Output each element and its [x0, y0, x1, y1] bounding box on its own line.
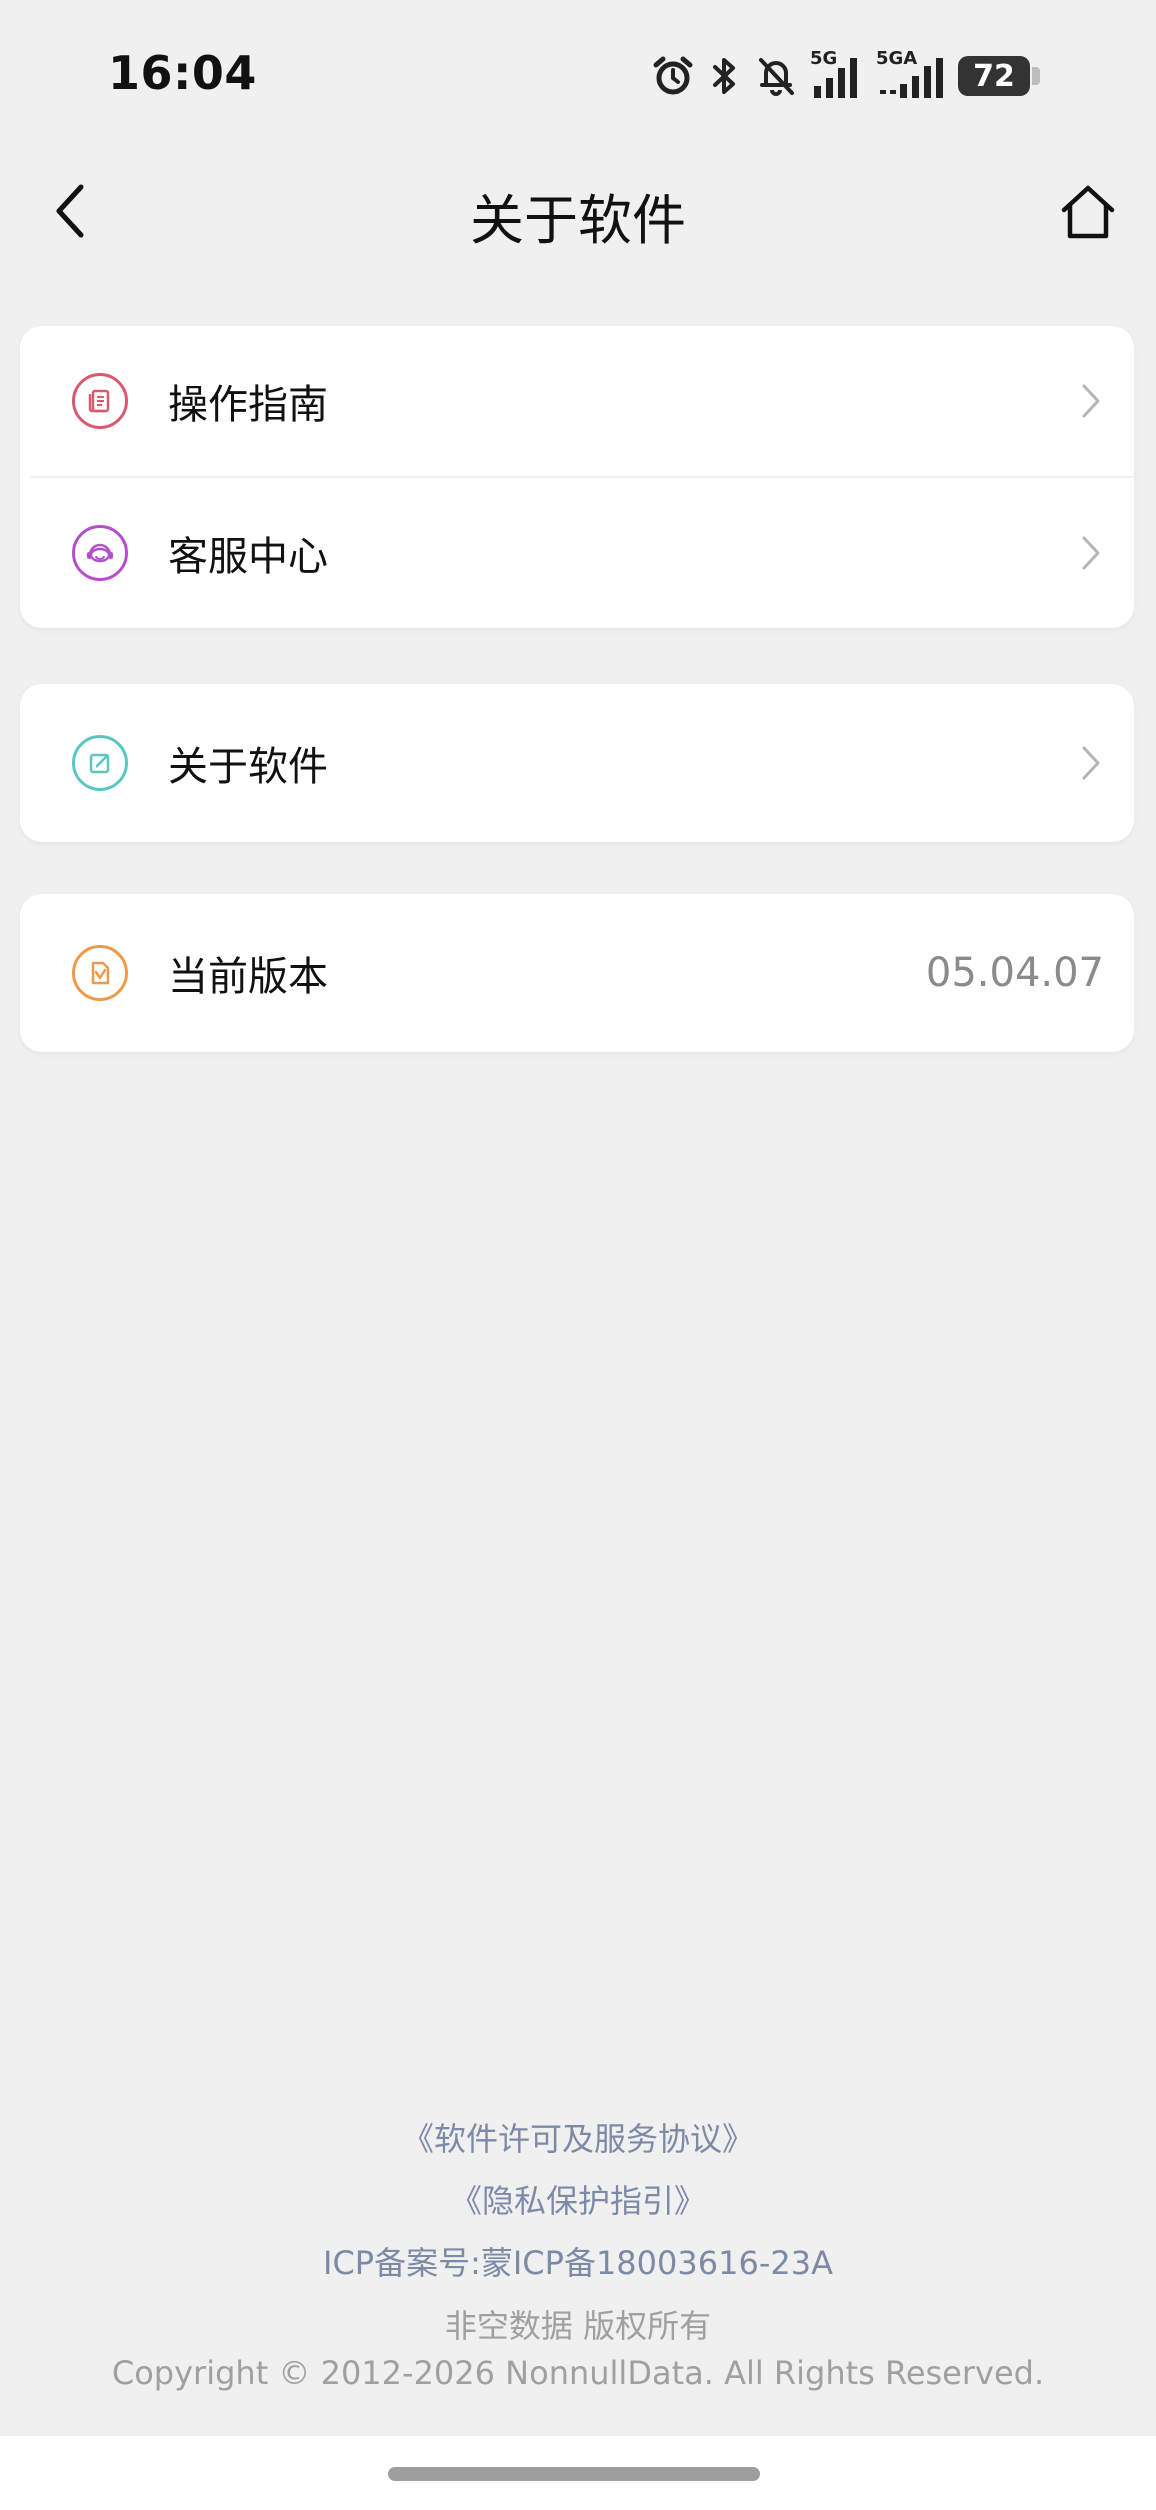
battery-indicator: 72 [958, 56, 1040, 96]
copyright-cn: 非空数据 版权所有 [444, 2307, 712, 2345]
footer: 《软件许可及服务协议》 《隐私保护指引》 ICP备案号:蒙ICP备1800361… [0, 2108, 1156, 2396]
chevron-right-icon [1076, 381, 1106, 421]
battery-icon: 72 [958, 56, 1030, 96]
bluetooth-icon [708, 55, 742, 97]
menu-item-label: 关于软件 [168, 744, 328, 790]
menu-card-version: 当前版本 05.04.07 [20, 894, 1134, 1052]
signal-5ga-icon: 5GA [876, 48, 944, 98]
privacy-guide-link[interactable]: 《隐私保护指引》 [0, 2170, 1156, 2232]
chevron-right-icon [1076, 533, 1106, 573]
network-label: 5G [810, 48, 838, 69]
signal-5g-icon: 5G [810, 48, 862, 98]
chevron-right-icon [1076, 743, 1106, 783]
menu-item-customer-service[interactable]: 客服中心 [20, 478, 1134, 628]
icp-record-link[interactable]: ICP备案号:蒙ICP备18003616-23A [0, 2232, 1156, 2294]
menu-card-about: 关于软件 [20, 684, 1134, 842]
guide-icon [72, 373, 128, 429]
menu-item-label: 客服中心 [168, 534, 328, 580]
status-icons: 5G 5GA 72 [652, 48, 1040, 104]
battery-cap [1032, 67, 1040, 85]
mute-bell-icon [756, 55, 796, 97]
version-value: 05.04.07 [925, 950, 1104, 996]
home-button[interactable] [1050, 174, 1126, 250]
version-icon [72, 945, 128, 1001]
menu-item-label: 当前版本 [168, 954, 328, 1000]
network-label: 5GA [876, 48, 918, 69]
menu-card-help: 操作指南 客服中心 [20, 326, 1134, 628]
app-header: 关于软件 [0, 150, 1156, 270]
home-icon [1061, 185, 1115, 239]
status-time: 16:04 [108, 46, 257, 100]
menu-item-version: 当前版本 05.04.07 [20, 894, 1134, 1052]
home-indicator[interactable] [388, 2467, 760, 2481]
edit-icon [72, 735, 128, 791]
copyright-en: Copyright © 2012-2026 NonnullData. All R… [111, 2354, 1045, 2392]
menu-item-guide[interactable]: 操作指南 [20, 326, 1134, 476]
page-title: 关于软件 [470, 189, 686, 252]
license-agreement-link[interactable]: 《软件许可及服务协议》 [0, 2108, 1156, 2170]
alarm-icon [652, 55, 694, 97]
menu-item-about[interactable]: 关于软件 [20, 684, 1134, 842]
status-bar: 16:04 5G 5GA 72 [0, 0, 1156, 150]
menu-item-label: 操作指南 [168, 382, 328, 428]
customer-service-icon [72, 525, 128, 581]
